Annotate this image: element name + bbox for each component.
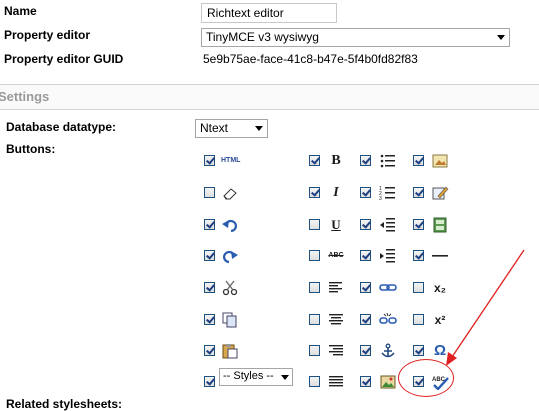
button-toggle-checkbox[interactable] xyxy=(204,250,215,261)
button-toggle-checkbox[interactable] xyxy=(413,250,424,261)
button-toggle-checkbox[interactable] xyxy=(360,155,371,166)
unordered-list-icon xyxy=(379,153,397,169)
button-toggle-checkbox[interactable] xyxy=(413,314,424,325)
database-datatype-select[interactable]: Ntext xyxy=(195,119,268,138)
remove-format-icon xyxy=(221,185,239,201)
undo-icon xyxy=(221,217,239,233)
align-justify-icon xyxy=(327,374,345,390)
align-right-icon xyxy=(327,343,345,359)
insert-image-icon xyxy=(379,374,397,390)
button-toggle-checkbox[interactable] xyxy=(309,219,320,230)
chevron-down-icon xyxy=(281,375,289,380)
bold-icon: B xyxy=(331,153,341,168)
button-toggle-checkbox[interactable] xyxy=(309,187,320,198)
button-toggle-checkbox[interactable] xyxy=(309,282,320,293)
image-icon xyxy=(431,153,449,169)
indent-icon xyxy=(379,248,397,264)
guid-value: 5e9b75ae-face-41c8-b47e-5f4b0fd82f83 xyxy=(203,52,418,66)
guid-label: Property editor GUID xyxy=(4,52,124,66)
chevron-down-icon xyxy=(255,126,263,131)
unlink-icon xyxy=(379,312,397,328)
button-toggle-checkbox[interactable] xyxy=(360,219,371,230)
copy-icon xyxy=(221,312,239,328)
align-left-icon xyxy=(327,280,345,296)
button-toggle-checkbox[interactable] xyxy=(360,187,371,198)
related-stylesheets-label: Related stylesheets: xyxy=(6,397,123,411)
redo-icon xyxy=(221,248,239,264)
button-toggle-checkbox[interactable] xyxy=(360,376,371,387)
database-datatype-label: Database datatype: xyxy=(6,120,117,134)
button-toggle-checkbox[interactable] xyxy=(413,155,424,166)
button-toggle-checkbox[interactable] xyxy=(204,219,215,230)
property-editor-label: Property editor xyxy=(4,28,91,42)
button-toggle-checkbox[interactable] xyxy=(309,345,320,356)
svg-text:3: 3 xyxy=(379,196,382,201)
button-toggle-checkbox[interactable] xyxy=(413,219,424,230)
button-toggle-checkbox[interactable] xyxy=(204,282,215,293)
button-toggle-checkbox[interactable] xyxy=(204,187,215,198)
anchor-icon xyxy=(379,343,397,359)
html-icon: HTML xyxy=(221,157,241,164)
paste-icon xyxy=(221,343,239,359)
button-toggle-checkbox[interactable] xyxy=(360,282,371,293)
button-toggle-checkbox[interactable] xyxy=(413,187,424,198)
button-toggle-checkbox[interactable] xyxy=(204,345,215,356)
buttons-label: Buttons: xyxy=(6,142,56,156)
button-toggle-checkbox[interactable] xyxy=(309,250,320,261)
button-toggle-checkbox[interactable] xyxy=(204,376,215,387)
property-editor-select[interactable]: TinyMCE v3 wysiwyg xyxy=(201,28,510,47)
button-toggle-checkbox[interactable] xyxy=(413,345,424,356)
button-toggle-checkbox[interactable] xyxy=(360,314,371,325)
strikethrough-icon: ABC xyxy=(328,252,344,259)
button-toggle-checkbox[interactable] xyxy=(204,314,215,325)
chevron-down-icon xyxy=(497,35,505,40)
cut-icon xyxy=(221,280,239,296)
button-toggle-checkbox[interactable] xyxy=(360,345,371,356)
settings-header xyxy=(0,84,539,110)
outdent-icon xyxy=(379,217,397,233)
edit-icon xyxy=(431,185,449,201)
styles-select[interactable]: -- Styles -- xyxy=(219,368,293,386)
button-toggle-checkbox[interactable] xyxy=(204,155,215,166)
link-icon xyxy=(379,280,397,296)
button-toggle-checkbox[interactable] xyxy=(413,282,424,293)
database-datatype-value: Ntext xyxy=(200,121,229,135)
italic-icon: I xyxy=(333,185,339,200)
styles-select-value: -- Styles -- xyxy=(223,370,274,382)
align-center-icon xyxy=(327,312,345,328)
button-toggle-checkbox[interactable] xyxy=(309,155,320,166)
settings-title: Settings xyxy=(0,89,50,104)
underline-icon: U xyxy=(331,217,341,232)
button-toggle-checkbox[interactable] xyxy=(309,376,320,387)
button-toggle-checkbox[interactable] xyxy=(309,314,320,325)
button-toggle-checkbox[interactable] xyxy=(360,250,371,261)
media-icon xyxy=(431,217,449,233)
ordered-list-icon: 123 xyxy=(379,185,397,201)
property-editor-value: TinyMCE v3 wysiwyg xyxy=(206,30,319,44)
name-label: Name xyxy=(4,4,37,18)
annotation-arrow xyxy=(446,249,525,366)
name-input[interactable]: Richtext editor xyxy=(201,3,337,23)
